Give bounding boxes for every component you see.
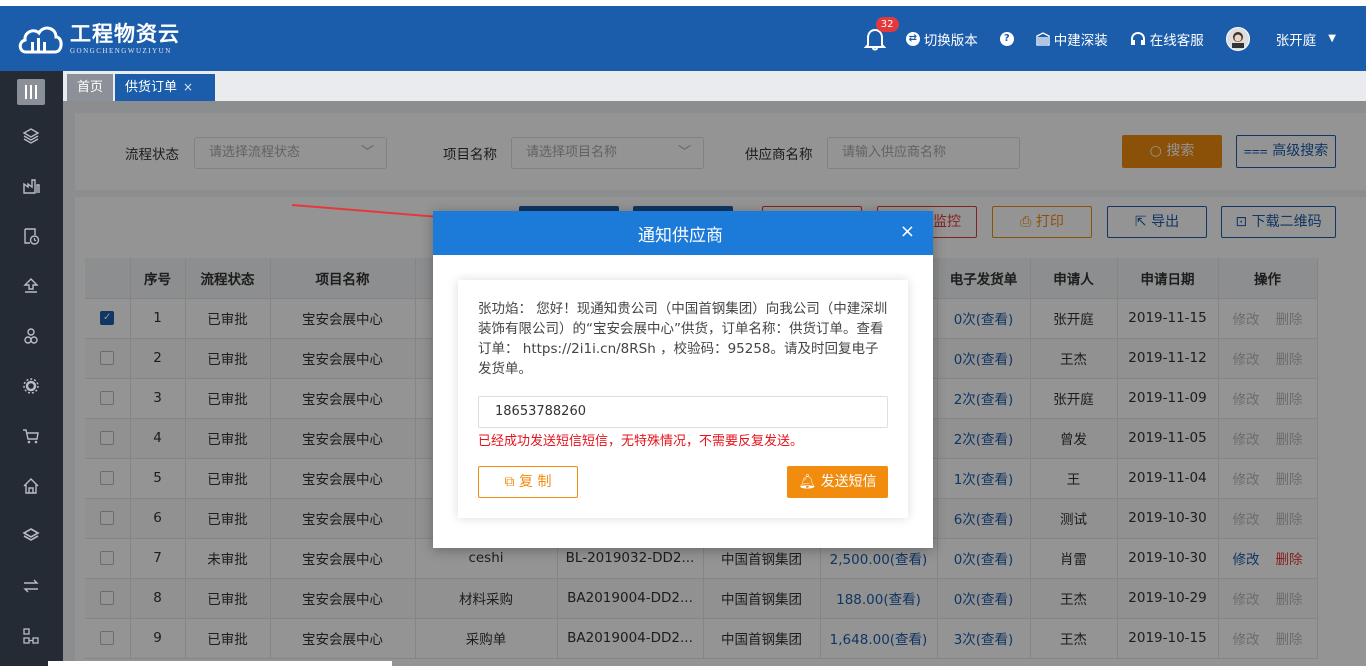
- dialog-title: 通知供应商: [638, 226, 723, 246]
- avatar: [1225, 26, 1250, 51]
- copy-label: 复 制: [519, 474, 552, 490]
- upload-icon[interactable]: [21, 276, 41, 296]
- users-icon[interactable]: [21, 326, 41, 346]
- notification-bell[interactable]: 32: [863, 16, 899, 51]
- send-sms-button[interactable]: 🔔︎ 发送短信: [787, 466, 888, 498]
- avatar-icon: [1231, 31, 1244, 48]
- layers-icon[interactable]: [21, 126, 41, 146]
- bell-icon: 🔔︎: [798, 474, 817, 490]
- user-menu[interactable]: 张开庭 ▼: [1225, 26, 1336, 51]
- tab-home[interactable]: 首页: [67, 74, 114, 101]
- factory-icon[interactable]: [21, 176, 41, 196]
- phone-input[interactable]: 18653788260: [478, 396, 888, 428]
- gear-icon[interactable]: [21, 376, 41, 396]
- building-icon: [1036, 31, 1050, 46]
- tab-supply-order[interactable]: 供货订单 ×: [115, 74, 215, 101]
- notification-count-badge: 32: [875, 16, 899, 32]
- online-service-label: 在线客服: [1149, 32, 1204, 49]
- dialog-header: 通知供应商 ×: [433, 211, 933, 255]
- copy-icon: ⧉: [504, 474, 515, 490]
- sidebar: [0, 71, 63, 666]
- sidebar-toggle-button[interactable]: [17, 79, 45, 105]
- headset-icon: [1130, 31, 1145, 45]
- app-header: 工程物资云 GONGCHENGWUZIYUN 32 ⇄ 切换版本 ? 中建深装 …: [0, 6, 1366, 71]
- copy-button[interactable]: ⧉ 复 制: [478, 466, 578, 498]
- cart-icon[interactable]: [21, 426, 41, 446]
- dialog-card: 张功焰： 您好！现通知贵公司（中国首钢集团）向我公司（中建深圳装饰有限公司）的“…: [458, 280, 908, 518]
- user-name: 张开庭: [1275, 32, 1317, 49]
- online-service-link[interactable]: 在线客服: [1130, 29, 1204, 49]
- notify-supplier-dialog: 通知供应商 × 张功焰： 您好！现通知贵公司（中国首钢集团）向我公司（中建深圳装…: [433, 211, 933, 548]
- stack-icon[interactable]: [21, 526, 41, 546]
- tab-bar: 首页 供货订单 ×: [63, 71, 1366, 101]
- cloud-logo-icon: [18, 26, 63, 54]
- help-icon: ?: [999, 31, 1014, 46]
- notification-message: 张功焰： 您好！现通知贵公司（中国首钢集团）向我公司（中建深圳装饰有限公司）的“…: [478, 301, 888, 377]
- close-tab-icon[interactable]: ×: [183, 80, 193, 94]
- bottom-strip: [48, 661, 392, 666]
- org-label: 中建深装: [1053, 32, 1108, 49]
- tab-supply-order-label: 供货订单: [125, 80, 178, 95]
- close-icon[interactable]: ×: [900, 221, 915, 242]
- help-button[interactable]: ?: [999, 31, 1014, 46]
- org-chart-icon[interactable]: [21, 626, 41, 646]
- header-actions: 32 ⇄ 切换版本 ? 中建深装 在线客服 张开庭 ▼: [863, 6, 1336, 71]
- clock-document-icon[interactable]: [21, 226, 41, 246]
- home-icon[interactable]: [21, 476, 41, 496]
- switch-icon: ⇄: [905, 31, 920, 46]
- sent-warning: 已经成功发送短信短信，无特殊情况，不需要反复发送。: [478, 434, 804, 449]
- org-link[interactable]: 中建深装: [1036, 29, 1108, 49]
- tab-home-label: 首页: [77, 80, 104, 95]
- logo-subtitle: GONGCHENGWUZIYUN: [70, 47, 172, 55]
- logo-title: 工程物资云: [70, 22, 180, 46]
- transfer-icon[interactable]: [21, 576, 41, 596]
- switch-version-label: 切换版本: [923, 32, 978, 49]
- switch-version-link[interactable]: ⇄ 切换版本: [905, 29, 978, 49]
- send-sms-label: 发送短信: [820, 474, 877, 490]
- caret-down-icon: ▼: [1328, 33, 1336, 44]
- logo[interactable]: 工程物资云 GONGCHENGWUZIYUN: [16, 20, 180, 58]
